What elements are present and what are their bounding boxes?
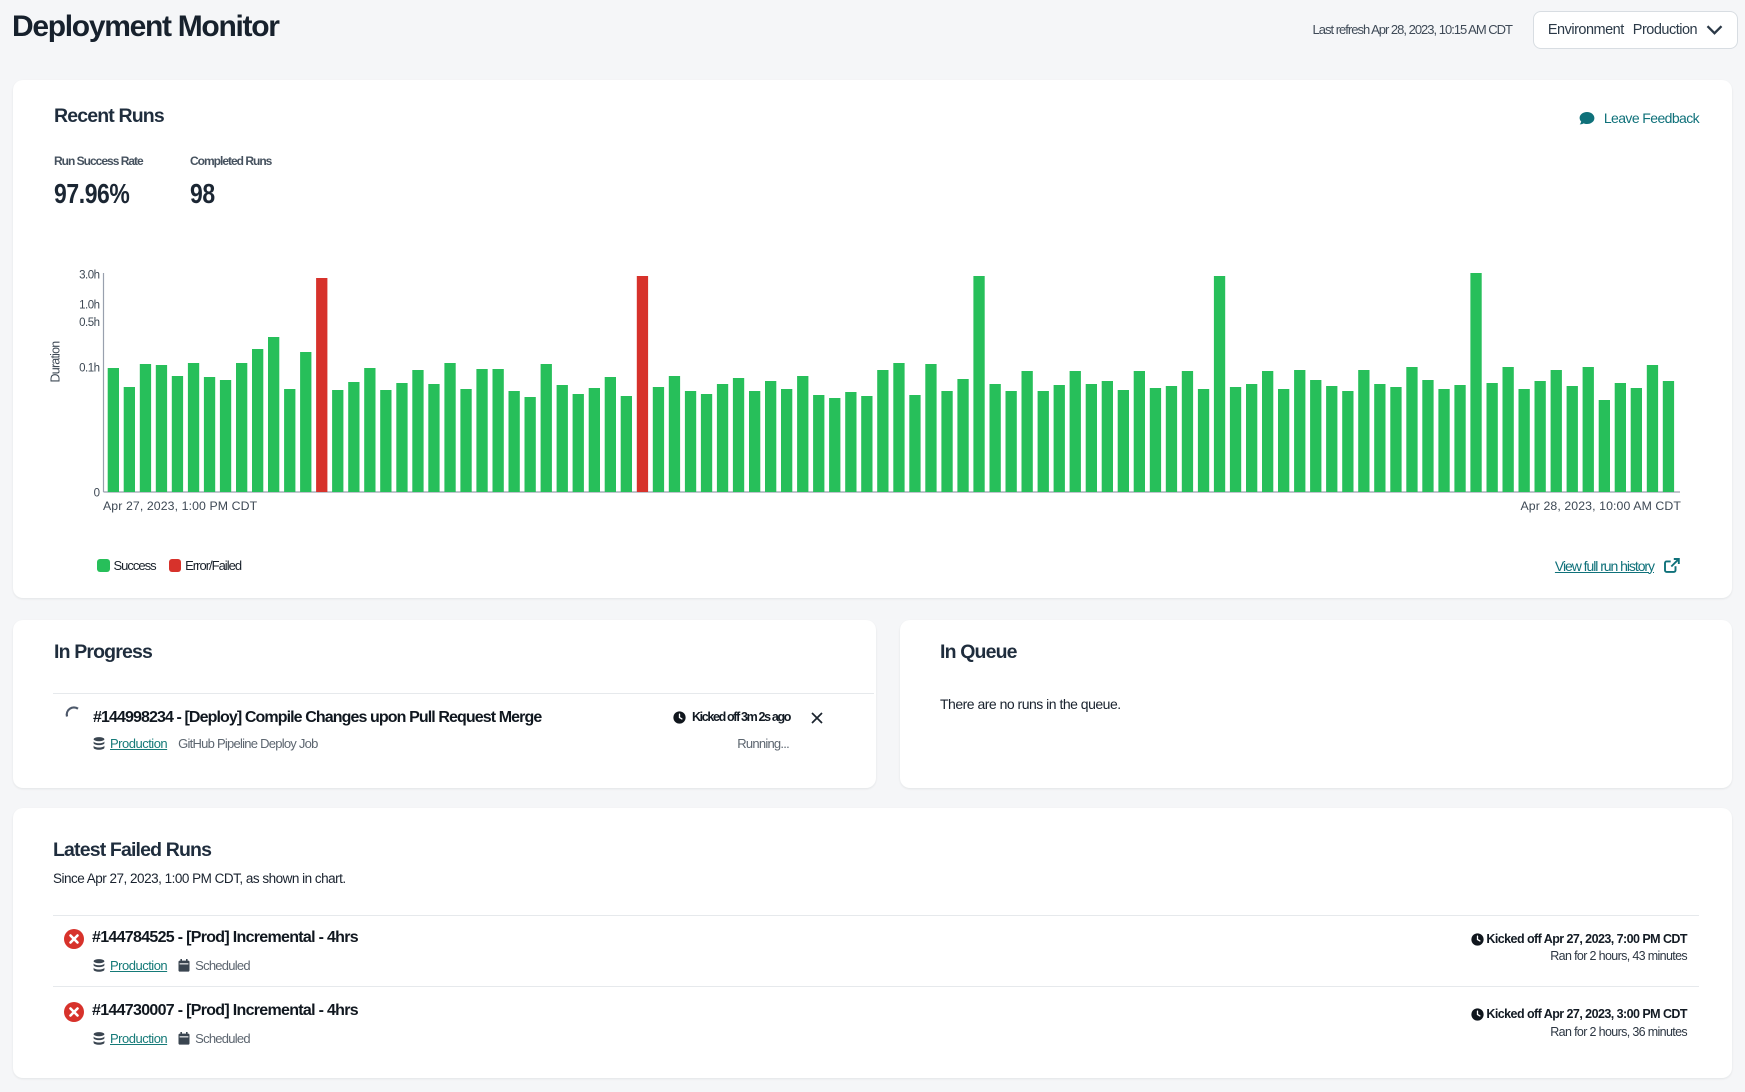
svg-text:0: 0 bbox=[94, 488, 100, 500]
svg-text:1.0h: 1.0h bbox=[79, 299, 99, 311]
svg-text:Apr 28, 2023, 10:00 AM CDT: Apr 28, 2023, 10:00 AM CDT bbox=[1521, 499, 1682, 513]
svg-text:0.1h: 0.1h bbox=[79, 363, 99, 375]
svg-text:3.0h: 3.0h bbox=[79, 269, 99, 281]
svg-text:0.5h: 0.5h bbox=[79, 317, 99, 329]
svg-text:Apr 27, 2023, 1:00 PM CDT: Apr 27, 2023, 1:00 PM CDT bbox=[103, 499, 258, 513]
svg-text:Duration: Duration bbox=[49, 341, 63, 383]
